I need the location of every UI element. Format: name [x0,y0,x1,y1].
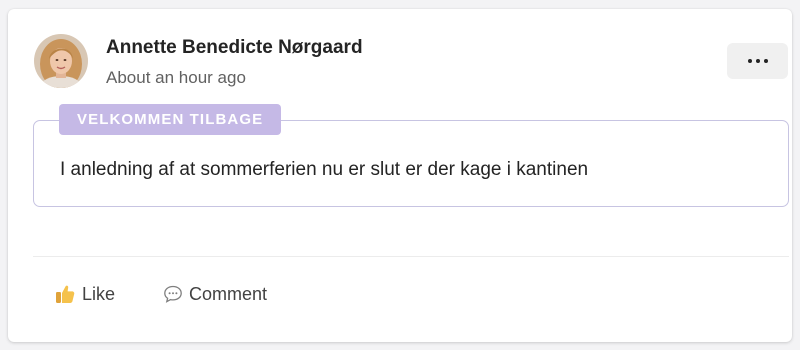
divider [33,256,789,257]
post-message: I anledning af at sommerferien nu er slu… [60,159,589,180]
avatar-image [34,34,88,88]
comment-button[interactable]: Comment [163,281,267,307]
like-label: Like [82,283,116,304]
post-tag-badge: VELKOMMEN TILBAGE [59,104,282,135]
like-button[interactable]: Like [54,281,115,307]
post-timestamp: About an hour ago [106,68,246,87]
speech-bubble-icon [163,284,183,304]
author-name[interactable]: Annette Benedicte Nørgaard [106,37,363,59]
comment-label: Comment [189,283,268,304]
ellipsis-icon [747,59,768,63]
avatar[interactable] [34,34,88,88]
thumbs-up-icon [54,283,76,305]
more-options-button[interactable] [727,43,788,79]
post-card: Annette Benedicte Nørgaard About an hour… [8,9,792,342]
